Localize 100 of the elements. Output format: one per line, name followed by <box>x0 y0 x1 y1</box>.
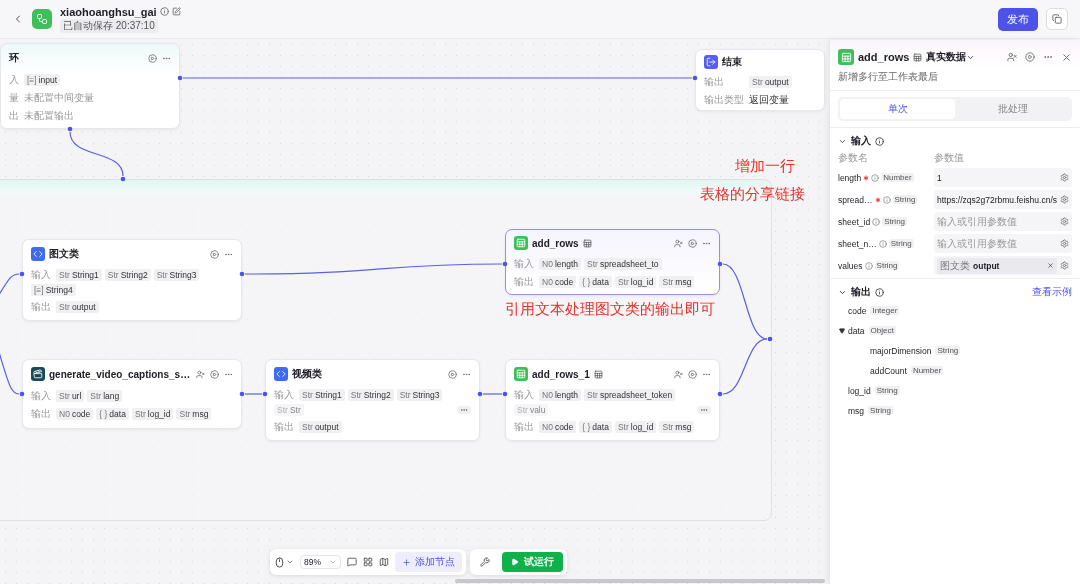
play-icon[interactable] <box>688 238 697 248</box>
port-dot[interactable] <box>120 176 126 182</box>
scrollbar[interactable] <box>455 579 825 583</box>
person-icon[interactable] <box>1007 52 1017 62</box>
variable-tag: Str String1 <box>299 389 345 401</box>
port-dot[interactable] <box>717 261 723 267</box>
variable-tag: N0 length <box>539 389 582 401</box>
play-icon[interactable] <box>148 53 157 63</box>
expand-triangle-icon[interactable] <box>839 327 845 334</box>
annotation-text: 表格的分享链接 <box>700 185 805 204</box>
variable-tag: N0 code <box>539 420 577 433</box>
wrench-icon[interactable] <box>480 557 490 567</box>
port-dot[interactable] <box>19 271 25 277</box>
connector-line <box>244 393 263 395</box>
variable-tag: Str output <box>749 75 792 88</box>
settings-icon[interactable] <box>1060 261 1069 270</box>
settings-icon[interactable] <box>1060 239 1069 248</box>
port-dot[interactable] <box>502 391 508 397</box>
info-icon[interactable] <box>875 136 884 146</box>
panel-description: 新增多行至工作表最后 <box>830 68 1080 91</box>
port-dot[interactable] <box>19 391 25 397</box>
column-header: 参数名 <box>838 151 869 165</box>
more-button[interactable] <box>457 406 471 414</box>
chevron-down-icon[interactable] <box>286 558 294 566</box>
type-badge: Object <box>868 326 896 335</box>
port-dot[interactable] <box>67 126 73 132</box>
person-icon[interactable] <box>196 369 205 379</box>
port-dot[interactable] <box>477 391 483 397</box>
panel-title: add_rows <box>858 51 910 63</box>
workflow-node[interactable]: 结束 输出 Str output 输出类型 返回变量 <box>695 49 825 111</box>
type-badge: String <box>892 195 918 204</box>
param-value-field[interactable]: 图文类 output <box>934 256 1072 275</box>
info-icon[interactable] <box>159 7 169 16</box>
copy-icon[interactable] <box>1046 8 1068 30</box>
port-dot[interactable] <box>239 391 245 397</box>
settings-icon[interactable] <box>1060 173 1069 182</box>
play-icon[interactable] <box>688 369 697 379</box>
sheet-icon <box>514 367 528 381</box>
remove-icon[interactable] <box>1047 262 1054 269</box>
port-dot[interactable] <box>692 75 698 81</box>
port-dot[interactable] <box>502 261 508 267</box>
grid-icon[interactable] <box>363 557 373 567</box>
more-button[interactable] <box>697 406 711 414</box>
play-icon[interactable] <box>210 249 219 259</box>
workflow-node[interactable]: add_rows 输入 N0 length Str spreadsheet_to 输出 N0 code { } data Str log_id Str msg <box>505 229 720 295</box>
variable-tag: Str msg <box>176 407 212 420</box>
workflow-node[interactable]: 视频类 输入 Str String1 Str String2 Str String3 Str Str 输出 Str output <box>265 359 480 441</box>
minimap-icon[interactable] <box>379 557 389 567</box>
more-icon <box>700 406 708 414</box>
section-title: 输出 <box>851 285 871 299</box>
type-badge: String <box>882 217 908 226</box>
view-example-link[interactable]: 查看示例 <box>1032 285 1072 299</box>
play-icon[interactable] <box>210 369 219 379</box>
edit-icon[interactable] <box>171 7 181 16</box>
data-source-dropdown[interactable]: 真实数据 <box>926 50 976 64</box>
node-title: 视频类 <box>292 367 322 381</box>
port-dot[interactable] <box>717 391 723 397</box>
connector-line <box>722 338 768 395</box>
workflow-node[interactable]: add_rows_1 输入 N0 length Str spreadsheet_token Str valu 输出 N0 code { } data Str log_id Str msg <box>505 359 720 441</box>
close-icon[interactable] <box>1061 51 1072 63</box>
settings-icon[interactable] <box>1060 217 1069 226</box>
annotation-text: 引用文本处理图文类的输出即可 <box>505 300 715 319</box>
param-name: length <box>838 172 862 183</box>
param-value-field[interactable]: https://zqs2g72rbmu.feishu.cn/s <box>934 190 1072 209</box>
row-label: 输入 <box>514 256 535 271</box>
workflow-node[interactable]: generate_video_captions_s… 输入 Str url Str lang 输出 N0 code { } data Str log_id Str msg <box>22 359 242 429</box>
workflow-node[interactable]: 图文类 输入 Str String1 Str String2 Str String3 [≡] String4 输出 Str output <box>22 239 242 321</box>
code-icon <box>31 247 45 261</box>
add-node-button[interactable]: 添加节点 <box>395 552 462 572</box>
comment-icon[interactable] <box>347 557 357 567</box>
row-label: 输出 <box>514 274 535 289</box>
mouse-icon[interactable] <box>274 556 285 568</box>
param-value-field[interactable]: 1 <box>934 168 1072 187</box>
person-icon[interactable] <box>674 238 683 248</box>
info-icon[interactable] <box>875 287 884 297</box>
variable-tag: Str log_id <box>614 275 657 288</box>
play-icon[interactable] <box>448 369 457 379</box>
port-dot[interactable] <box>177 75 183 81</box>
zoom-select[interactable]: 89% <box>300 555 341 569</box>
port-dot[interactable] <box>239 271 245 277</box>
play-icon[interactable] <box>1025 52 1035 62</box>
row-label: 量 <box>9 90 20 105</box>
port-dot[interactable] <box>262 391 268 397</box>
variable-tag: { } data <box>96 407 129 420</box>
type-badge: Number <box>881 173 914 182</box>
publish-button[interactable]: 发布 <box>998 7 1038 31</box>
port-dot[interactable] <box>767 336 773 342</box>
settings-icon[interactable] <box>1060 195 1069 204</box>
reference-chip[interactable]: 图文类 output <box>937 257 1057 274</box>
person-icon[interactable] <box>674 369 683 379</box>
workflow-node[interactable]: 环 入 [≡] input 量 未配置中间变量 出 未配置输出 <box>0 43 180 129</box>
node-title: 环 <box>9 51 19 65</box>
row-text: 未配置中间变量 <box>24 90 94 105</box>
row-label: 输出 <box>31 299 52 314</box>
variable-tag: Str output <box>299 420 342 433</box>
mode-tab[interactable]: 单次 <box>840 99 955 119</box>
variable-tag: N0 code <box>539 275 577 288</box>
param-name: sheet_id <box>838 216 871 227</box>
variable-tag: Str output <box>56 300 99 313</box>
code-icon <box>274 367 288 381</box>
